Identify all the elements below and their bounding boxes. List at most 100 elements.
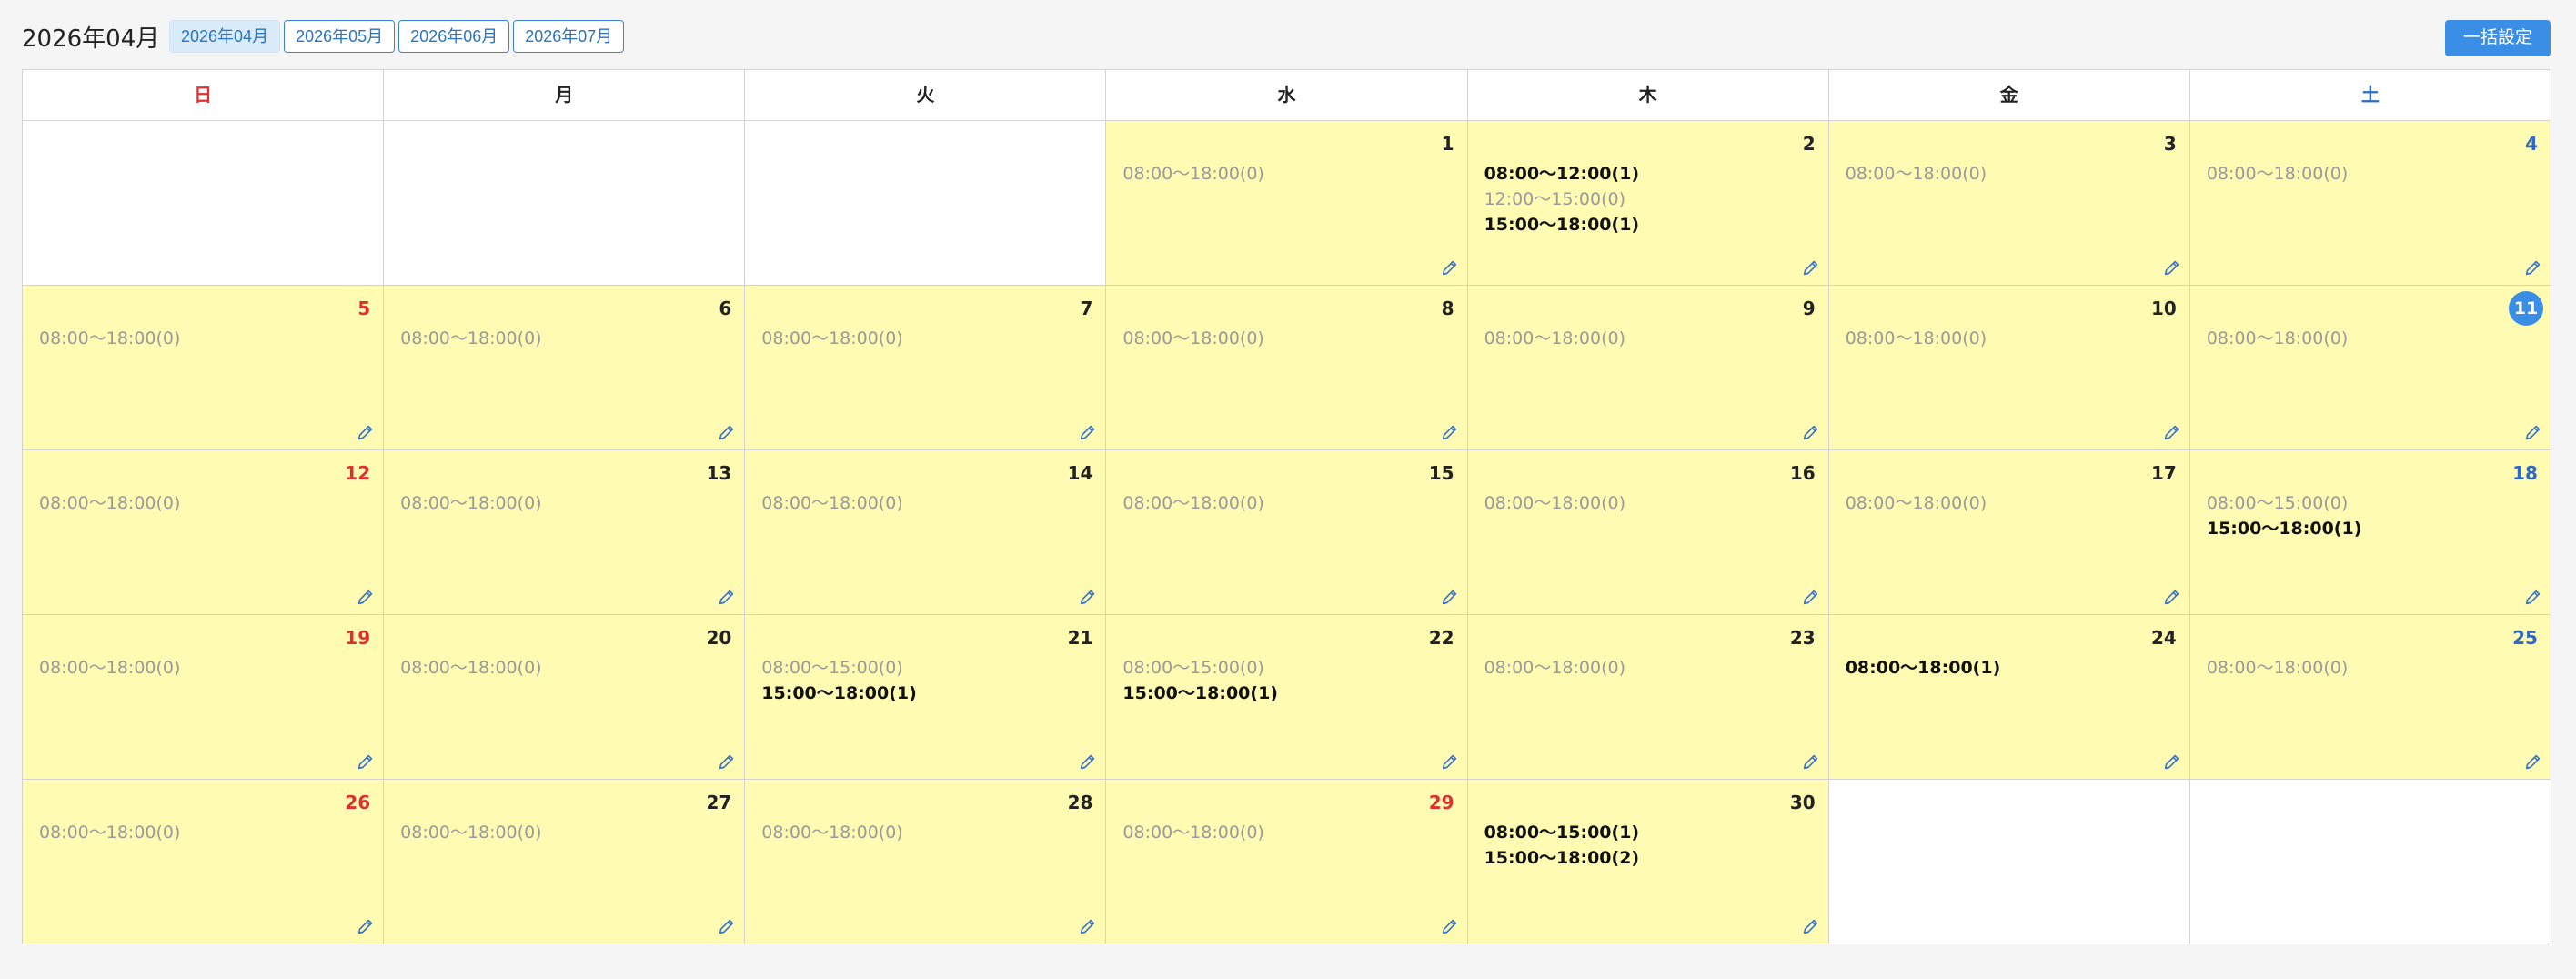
time-slot-list: 08:00〜18:00(0) [39, 326, 347, 351]
day-number: 16 [1789, 462, 1816, 484]
day-number: 11 [2508, 291, 2543, 326]
pencil-icon[interactable] [2523, 257, 2543, 278]
time-slot-list: 08:00〜18:00(0) [1122, 326, 1430, 351]
pencil-icon[interactable] [1078, 422, 1098, 442]
time-slot-list: 08:00〜18:00(0) [400, 820, 708, 845]
calendar-day-cell: 2 08:00〜12:00(1) 12:00〜15:00(0) 15:00〜18:00… [1467, 121, 1829, 286]
time-slot: 08:00〜15:00(1) [1484, 823, 1640, 843]
pencil-icon[interactable] [1440, 422, 1460, 442]
calendar-day-cell: 26 08:00〜18:00(0) [23, 780, 385, 944]
calendar-day-cell: 21 08:00〜15:00(0) 15:00〜18:00(1) [745, 615, 1107, 780]
pencil-icon[interactable] [356, 916, 376, 936]
pencil-icon[interactable] [717, 752, 737, 772]
time-slot: 08:00〜18:00(0) [400, 823, 542, 843]
toolbar: 2026年04月 2026年04月 2026年05月 2026年06月 2026… [22, 20, 2551, 58]
calendar-day-cell: 7 08:00〜18:00(0) [745, 286, 1107, 450]
day-number: 18 [2512, 462, 2538, 484]
time-slot: 08:00〜18:00(0) [1845, 328, 1987, 348]
pencil-icon[interactable] [2162, 587, 2182, 607]
pencil-icon[interactable] [1078, 587, 1098, 607]
pencil-icon[interactable] [717, 916, 737, 936]
day-number: 9 [1802, 298, 1816, 319]
pencil-icon[interactable] [2523, 587, 2543, 607]
time-slot: 15:00〜18:00(2) [1484, 848, 1640, 868]
month-tab-2026-05[interactable]: 2026年05月 [284, 20, 396, 53]
pencil-icon[interactable] [356, 752, 376, 772]
month-tab-2026-04[interactable]: 2026年04月 [169, 20, 281, 53]
time-slot: 08:00〜18:00(0) [1122, 328, 1264, 348]
time-slot: 08:00〜18:00(0) [761, 823, 903, 843]
pencil-icon[interactable] [356, 422, 376, 442]
day-number: 23 [1789, 627, 1816, 649]
calendar-empty-cell [745, 121, 1107, 286]
calendar-day-cell: 5 08:00〜18:00(0) [23, 286, 385, 450]
pencil-icon[interactable] [1440, 257, 1460, 278]
time-slot: 15:00〜18:00(1) [1122, 683, 1278, 703]
pencil-icon[interactable] [717, 587, 737, 607]
pencil-icon[interactable] [1801, 752, 1821, 772]
time-slot: 08:00〜15:00(0) [1122, 658, 1264, 678]
calendar-empty-cell [1828, 780, 2190, 944]
pencil-icon[interactable] [2523, 752, 2543, 772]
pencil-icon[interactable] [2162, 422, 2182, 442]
time-slot-list: 08:00〜18:00(0) [39, 655, 347, 681]
time-slot-list: 08:00〜18:00(0) [400, 490, 708, 516]
time-slot: 08:00〜18:00(0) [2206, 658, 2349, 678]
day-number: 12 [345, 462, 371, 484]
time-slot: 08:00〜18:00(0) [400, 328, 542, 348]
pencil-icon[interactable] [1801, 257, 1821, 278]
pencil-icon[interactable] [1440, 587, 1460, 607]
pencil-icon[interactable] [1440, 916, 1460, 936]
calendar-day-cell: 11 08:00〜18:00(0) [2189, 286, 2551, 450]
pencil-icon[interactable] [2162, 257, 2182, 278]
time-slot-list: 08:00〜18:00(0) [1484, 490, 1792, 516]
time-slot-list: 08:00〜18:00(0) [39, 820, 347, 845]
day-number: 6 [719, 298, 732, 319]
day-number: 27 [706, 792, 732, 813]
day-number: 25 [2512, 627, 2538, 649]
day-number: 3 [2163, 133, 2177, 155]
month-tab-2026-06[interactable]: 2026年06月 [398, 20, 510, 53]
day-number: 14 [1067, 462, 1093, 484]
day-number: 8 [1441, 298, 1454, 319]
month-tab-2026-07[interactable]: 2026年07月 [513, 20, 625, 53]
calendar-day-cell: 12 08:00〜18:00(0) [23, 450, 385, 615]
pencil-icon[interactable] [1801, 587, 1821, 607]
calendar-day-cell: 27 08:00〜18:00(0) [384, 780, 746, 944]
pencil-icon[interactable] [2523, 422, 2543, 442]
day-number: 7 [1080, 298, 1093, 319]
calendar-empty-cell [2189, 780, 2551, 944]
pencil-icon[interactable] [1801, 422, 1821, 442]
time-slot: 08:00〜18:00(0) [761, 493, 903, 513]
weekday-monday: 月 [384, 70, 746, 121]
time-slot-list: 08:00〜18:00(0) [2207, 161, 2514, 187]
day-number: 20 [706, 627, 732, 649]
time-slot-list: 08:00〜18:00(0) [1122, 161, 1430, 187]
pencil-icon[interactable] [1801, 916, 1821, 936]
time-slot: 08:00〜18:00(0) [39, 823, 181, 843]
weekday-wednesday: 水 [1106, 70, 1468, 121]
time-slot: 08:00〜18:00(0) [1845, 164, 1987, 184]
calendar-day-cell: 20 08:00〜18:00(0) [384, 615, 746, 780]
time-slot: 12:00〜15:00(0) [1484, 189, 1625, 209]
time-slot: 15:00〜18:00(1) [761, 683, 917, 703]
pencil-icon[interactable] [1078, 752, 1098, 772]
day-number: 2 [1802, 133, 1816, 155]
pencil-icon[interactable] [717, 422, 737, 442]
calendar-empty-cell [384, 121, 746, 286]
pencil-icon[interactable] [1078, 916, 1098, 936]
calendar-day-cell: 4 08:00〜18:00(0) [2189, 121, 2551, 286]
time-slot: 08:00〜18:00(0) [1122, 164, 1264, 184]
time-slot: 08:00〜12:00(1) [1484, 164, 1640, 184]
weekday-friday: 金 [1828, 70, 2190, 121]
calendar-day-cell: 23 08:00〜18:00(0) [1467, 615, 1829, 780]
bulk-settings-button[interactable]: 一括設定 [2444, 20, 2551, 56]
calendar-day-cell: 28 08:00〜18:00(0) [745, 780, 1107, 944]
time-slot-list: 08:00〜18:00(0) [39, 490, 347, 516]
day-number: 19 [345, 627, 371, 649]
pencil-icon[interactable] [2162, 752, 2182, 772]
pencil-icon[interactable] [356, 587, 376, 607]
time-slot-list: 08:00〜18:00(0) [1122, 490, 1430, 516]
time-slot-list: 08:00〜18:00(0) [400, 326, 708, 351]
pencil-icon[interactable] [1440, 752, 1460, 772]
